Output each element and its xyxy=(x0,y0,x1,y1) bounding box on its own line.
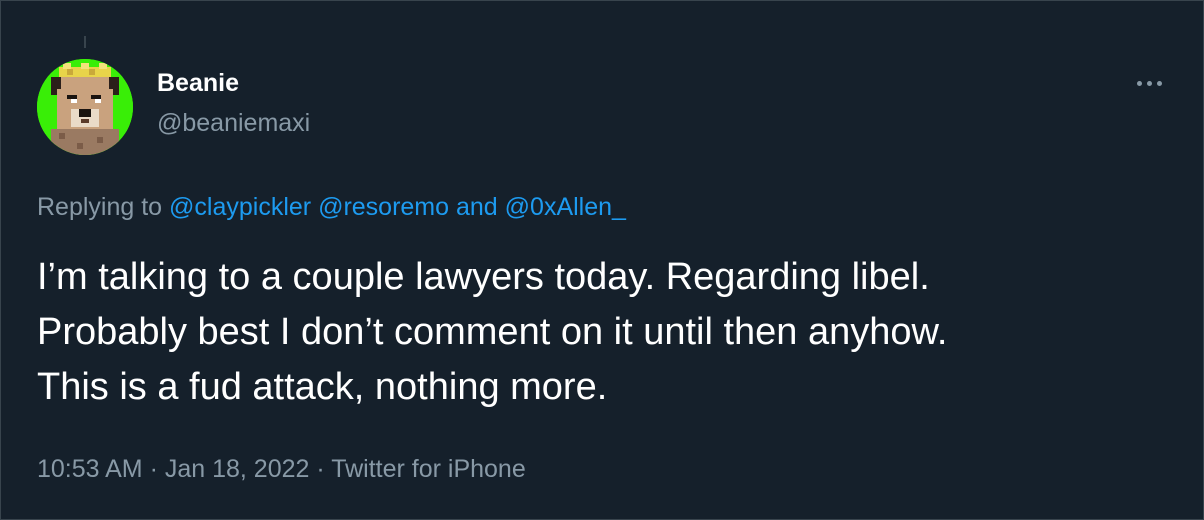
thread-connector-line xyxy=(84,36,86,48)
tweet-card: Beanie @beaniemaxi Replying to @claypick… xyxy=(0,0,1204,520)
source-link[interactable]: Twitter for iPhone xyxy=(331,455,526,483)
tweet-text-line: I’m talking to a couple lawyers today. R… xyxy=(37,256,930,298)
tweet-text: I’m talking to a couple lawyers today. R… xyxy=(37,250,1177,415)
more-options-icon xyxy=(1156,80,1162,86)
more-options-button[interactable] xyxy=(1129,67,1169,99)
meta-separator: · xyxy=(142,455,165,483)
mention-link[interactable]: @claypickler xyxy=(169,193,311,221)
username-handle[interactable]: @beaniemaxi xyxy=(157,107,310,139)
tweet-metadata: 10:53 AM · Jan 18, 2022 · Twitter for iP… xyxy=(37,453,526,485)
tweet-text-line: This is a fud attack, nothing more. xyxy=(37,366,608,408)
more-options-icon xyxy=(1146,80,1152,86)
date-link[interactable]: Jan 18, 2022 xyxy=(165,455,310,483)
mention-link[interactable]: @0xAllen_ xyxy=(505,193,626,221)
mention-separator: and xyxy=(449,193,505,221)
avatar[interactable] xyxy=(37,59,133,155)
tweet-text-line: Probably best I don’t comment on it unti… xyxy=(37,311,948,353)
pixel-dog-avatar-icon xyxy=(37,59,133,155)
replying-to-prefix: Replying to xyxy=(37,193,170,221)
display-name[interactable]: Beanie xyxy=(157,67,239,99)
replying-to-line: Replying to @claypickler @resoremo and @… xyxy=(37,191,626,223)
more-options-icon xyxy=(1136,80,1142,86)
timestamp-link[interactable]: 10:53 AM xyxy=(37,455,143,483)
meta-separator: · xyxy=(309,455,332,483)
mention-link[interactable]: @resoremo xyxy=(318,193,449,221)
